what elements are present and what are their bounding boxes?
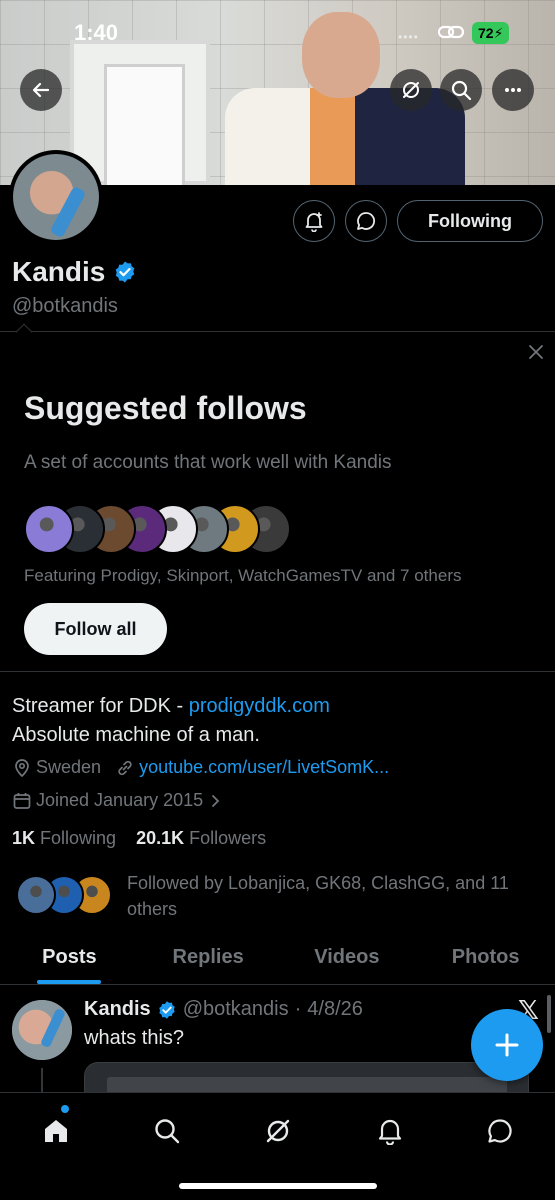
suggested-pointer [15, 323, 33, 341]
post-separator: · [294, 998, 302, 1020]
battery-indicator: 72⚡ [472, 22, 510, 44]
profile-bio: Streamer for DDK - prodigyddk.com Absolu… [12, 692, 330, 750]
more-button[interactable] [492, 69, 534, 111]
bio-text: Streamer for DDK - [12, 695, 189, 717]
profile-location: Sweden [36, 757, 102, 777]
bio-line-2: Absolute machine of a man. [12, 724, 260, 746]
followed-by[interactable]: Followed by Lobanjica, GK68, ClashGG, an… [12, 870, 552, 920]
notify-button[interactable] [293, 200, 335, 242]
search-button[interactable] [440, 69, 482, 111]
back-arrow-icon [32, 82, 50, 98]
profile-avatar[interactable] [9, 150, 103, 244]
tab-replies[interactable]: Replies [139, 930, 278, 984]
message-icon [357, 212, 375, 230]
location-pin-icon [15, 758, 29, 777]
post-avatar-image [12, 1000, 72, 1060]
tab-photos[interactable]: Photos [416, 930, 555, 984]
verified-badge-icon[interactable] [113, 260, 137, 284]
plus-icon [495, 1033, 519, 1057]
profile-website[interactable]: youtube.com/user/LivetSomK... [139, 757, 389, 778]
nav-grok[interactable] [258, 1111, 298, 1151]
bio-link[interactable]: prodigyddk.com [189, 695, 330, 717]
divider [0, 671, 555, 672]
suggested-avatars[interactable] [24, 504, 324, 554]
link-status-icon [438, 25, 464, 39]
following-count: 1K [12, 828, 36, 848]
verified-badge-icon [158, 1000, 175, 1019]
close-suggested-button[interactable] [524, 340, 548, 364]
suggested-title: Suggested follows [24, 390, 307, 426]
nav-home-badge [61, 1105, 69, 1113]
status-bar: 1:40 •••• 72⚡ [0, 0, 555, 60]
scrollbar[interactable] [547, 995, 551, 1033]
divider [0, 331, 555, 332]
bell-icon [378, 1119, 402, 1145]
profile-joined: Joined January 2015 [36, 790, 204, 810]
suggested-subtitle: A set of accounts that work well with Ka… [24, 452, 392, 473]
message-icon [488, 1119, 512, 1143]
post-author-handle: @botkandis [182, 998, 289, 1020]
close-icon [529, 345, 543, 359]
following-button[interactable]: Following [397, 200, 543, 242]
nav-notifications[interactable] [370, 1111, 410, 1151]
followers-count: 20.1K [136, 828, 185, 848]
suggested-featuring: Featuring Prodigy, Skinport, WatchGamesT… [24, 566, 462, 585]
chevron-right-icon [212, 794, 220, 807]
tab-posts[interactable]: Posts [0, 930, 139, 984]
followers-label: Followers [189, 828, 267, 848]
compose-button[interactable] [471, 1009, 543, 1081]
profile-name-row: Kandis [12, 256, 137, 288]
bio-line-1: Streamer for DDK - prodigyddk.com [12, 692, 330, 721]
followed-by-text: Followed by Lobanjica, GK68, ClashGG, an… [127, 873, 509, 919]
follow-all-button[interactable]: Follow all [24, 603, 167, 655]
nav-home[interactable] [36, 1111, 76, 1151]
grok-icon [403, 82, 419, 98]
message-button[interactable] [345, 200, 387, 242]
back-button[interactable] [20, 69, 62, 111]
profile-tabs: Posts Replies Videos Photos [0, 930, 555, 985]
post-date: 4/8/26 [307, 998, 363, 1020]
post-avatar[interactable] [12, 1000, 72, 1060]
post-text: whats this? [84, 1027, 185, 1049]
post-header: Kandis @botkandis · 4/8/26 [84, 998, 363, 1021]
status-time: 1:40 [74, 20, 119, 45]
post-author-name[interactable]: Kandis [84, 998, 151, 1021]
more-icon [505, 88, 521, 92]
tab-videos[interactable]: Videos [278, 930, 417, 984]
profile-handle: @botkandis [12, 295, 118, 317]
following-label: Following [40, 828, 117, 848]
signal-icon: •••• [398, 30, 419, 44]
followers-count-link[interactable]: 20.1K Followers [136, 828, 266, 848]
home-indicator [179, 1183, 377, 1189]
calendar-icon [13, 792, 31, 809]
profile-counts: 1K Following 20.1K Followers [12, 828, 266, 849]
profile-meta-row: Sweden youtube.com/user/LivetSomK... [12, 757, 389, 778]
followed-by-avatar [16, 875, 56, 915]
search-icon [155, 1119, 180, 1144]
grok-icon [266, 1119, 290, 1143]
home-icon [45, 1120, 67, 1142]
nav-messages[interactable] [480, 1111, 520, 1151]
battery-level: 72 [478, 25, 494, 41]
link-icon [118, 760, 132, 775]
profile-joined-row[interactable]: Joined January 2015 [12, 790, 225, 811]
suggested-account-avatar [24, 504, 74, 554]
grok-button[interactable] [390, 69, 432, 111]
profile-name: Kandis [12, 256, 106, 287]
nav-search[interactable] [147, 1111, 187, 1151]
following-count-link[interactable]: 1K Following [12, 828, 116, 848]
bell-plus-icon [305, 212, 323, 232]
search-icon [451, 80, 472, 101]
